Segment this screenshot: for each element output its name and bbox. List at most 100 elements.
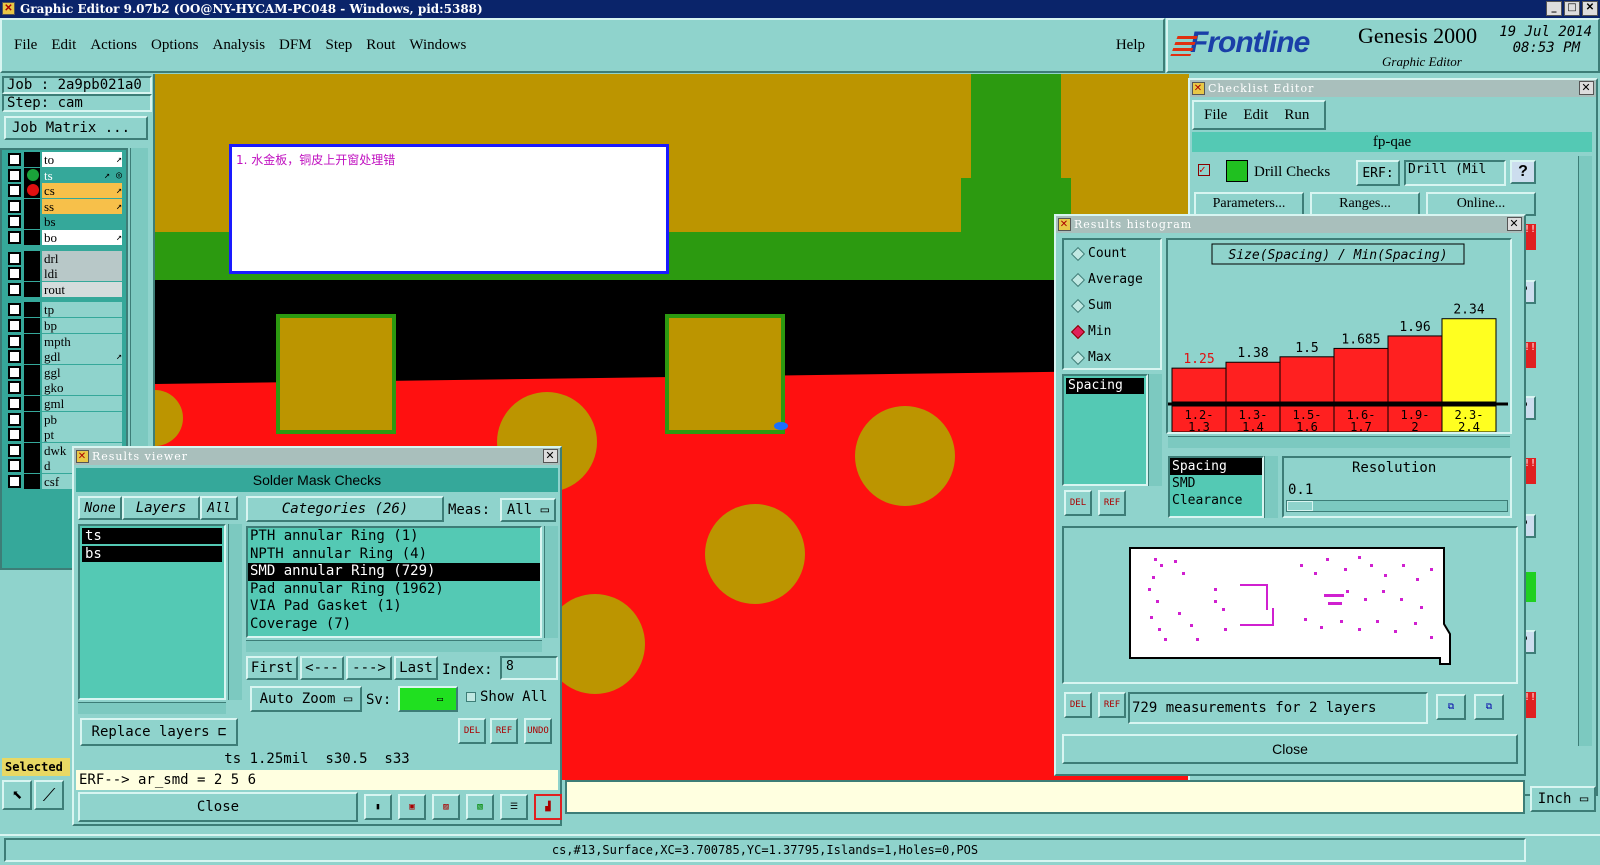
category-list-item[interactable]: Pad annular Ring (1962) [248, 581, 540, 599]
layer-checkbox[interactable] [8, 350, 21, 364]
job-matrix-button[interactable]: Job Matrix ... [4, 116, 148, 140]
minimize-button[interactable]: _ [1546, 1, 1562, 16]
preview-ref-button[interactable]: REF [1098, 692, 1126, 718]
layer-list-item[interactable]: bs [82, 546, 222, 562]
layer-row-bp[interactable]: bp [6, 318, 122, 333]
next-button[interactable]: ---> [346, 656, 392, 680]
help-question-button[interactable]: ? [1510, 160, 1536, 184]
mode-average-radio[interactable]: Average [1070, 270, 1166, 290]
layer-color-slot[interactable] [24, 266, 40, 282]
layer-checkbox[interactable] [8, 251, 21, 265]
tool-icon-5[interactable]: ☰ [500, 794, 528, 820]
export-icon-1[interactable]: ⧉ [1436, 694, 1466, 720]
resolution-slider-thumb[interactable] [1287, 501, 1313, 511]
menu-options[interactable]: Options [151, 37, 199, 54]
layer-checkbox[interactable] [8, 267, 21, 281]
type-list-item[interactable]: Clearance [1170, 492, 1262, 509]
category-list-item[interactable]: VIA Pad Gasket (1) [248, 598, 540, 616]
menu-windows[interactable]: Windows [409, 37, 466, 54]
layer-color-slot[interactable] [24, 427, 40, 443]
layer-color-slot[interactable] [24, 333, 40, 349]
canvas-note-box[interactable]: 1. 水金板，铜皮上开窗处理错 [229, 144, 669, 274]
measure-list-item[interactable]: Spacing [1066, 378, 1144, 394]
ref-button[interactable]: REF [490, 718, 518, 744]
layer-checkbox[interactable] [8, 334, 21, 348]
layer-checkbox[interactable] [8, 231, 21, 244]
layer-checkbox[interactable] [8, 365, 21, 379]
results-category-hscrollbar[interactable] [246, 640, 542, 652]
checklist-menu-run[interactable]: Run [1284, 107, 1309, 124]
menu-help[interactable]: Help [1116, 37, 1145, 54]
replace-layers-button[interactable]: Replace layers ⊏ [80, 718, 238, 746]
histogram-ref-button[interactable]: REF [1098, 490, 1126, 516]
close-window-button[interactable]: ✕ [1582, 1, 1598, 16]
layer-color-slot[interactable] [24, 442, 40, 458]
mode-min-radio[interactable]: Min [1070, 322, 1166, 342]
layer-checkbox[interactable] [8, 303, 21, 317]
online-button[interactable]: Online... [1426, 192, 1536, 216]
measure-tool-button[interactable]: ⟋ [34, 780, 64, 810]
layer-checkbox[interactable] [8, 475, 21, 488]
layer-row-gdl[interactable]: gdl ↗ [6, 349, 122, 365]
zoom-tool-button[interactable]: ⬉ [2, 780, 32, 810]
tool-icon-1[interactable]: ▮ [364, 794, 392, 820]
layer-color-slot[interactable] [24, 380, 40, 396]
histogram-type-scrollbar[interactable] [1264, 456, 1278, 518]
menu-dfm[interactable]: DFM [279, 37, 312, 54]
layers-none-button[interactable]: None [78, 496, 122, 520]
layer-row-bo[interactable]: bo ↗ [6, 230, 122, 245]
category-list-item[interactable]: Coverage (7) [248, 616, 540, 634]
layer-checkbox[interactable] [8, 153, 21, 166]
layer-row-ldi[interactable]: ldi [6, 266, 122, 282]
layer-row-gko[interactable]: gko [6, 380, 122, 396]
results-category-scrollbar[interactable] [544, 526, 558, 638]
layer-checkbox[interactable] [8, 168, 21, 182]
layer-color-slot[interactable] [24, 250, 40, 266]
layer-color-slot[interactable] [24, 396, 40, 411]
layer-list-item[interactable]: ts [82, 528, 222, 544]
layer-color-slot[interactable] [24, 230, 40, 245]
layer-checkbox[interactable] [8, 381, 21, 395]
layer-checkbox[interactable] [8, 199, 21, 213]
layer-row-ss[interactable]: ss ↗ [6, 198, 122, 214]
category-list-item[interactable]: SMD annular Ring (729) [248, 563, 540, 581]
layer-checkbox[interactable] [8, 412, 21, 426]
results-viewer-close-icon[interactable]: ✕ [543, 449, 558, 463]
mode-max-radio[interactable]: Max [1070, 348, 1166, 368]
layer-color-slot[interactable] [24, 152, 40, 167]
layer-color-slot[interactable] [24, 214, 40, 230]
menu-file[interactable]: File [14, 37, 37, 54]
histogram-measure-scrollbar[interactable] [1148, 374, 1162, 486]
meas-select[interactable]: All ▭ [500, 498, 556, 522]
unit-select[interactable]: Inch ▭ [1530, 786, 1596, 812]
layer-checkbox[interactable] [8, 443, 21, 457]
layer-checkbox[interactable] [8, 215, 21, 229]
results-layer-list[interactable]: ts bs [78, 524, 226, 700]
layer-checkbox[interactable] [8, 282, 21, 296]
categories-header-button[interactable]: Categories (26) [246, 496, 444, 522]
tool-icon-4[interactable]: ▧ [466, 794, 494, 820]
mode-sum-radio[interactable]: Sum [1070, 296, 1166, 316]
histogram-close-icon[interactable]: ✕ [1507, 217, 1522, 231]
layer-checkbox[interactable] [8, 459, 21, 473]
histogram-close-button[interactable]: Close [1062, 734, 1518, 764]
maximize-button[interactable]: □ [1564, 1, 1580, 16]
layer-row-drl[interactable]: drl [6, 250, 122, 266]
resolution-slider[interactable] [1286, 500, 1508, 512]
erf-button[interactable]: ERF: [1356, 160, 1400, 186]
menu-step[interactable]: Step [326, 37, 353, 54]
layer-color-slot[interactable] [24, 302, 40, 318]
layer-color-slot[interactable] [24, 198, 40, 214]
command-line[interactable] [565, 780, 1525, 814]
layers-all-button[interactable]: All [200, 496, 238, 520]
prev-button[interactable]: <--- [300, 656, 344, 680]
layer-checkbox[interactable] [8, 184, 21, 198]
ranges-button[interactable]: Ranges... [1310, 192, 1420, 216]
export-icon-2[interactable]: ⧉ [1474, 694, 1504, 720]
layer-row-tp[interactable]: tp [6, 302, 122, 318]
histogram-chart-scrollbar[interactable] [1168, 436, 1510, 448]
layer-row-to[interactable]: to ↗ [6, 152, 122, 167]
last-button[interactable]: Last [394, 656, 438, 680]
parameters-button[interactable]: Parameters... [1194, 192, 1304, 216]
checklist-menu-edit[interactable]: Edit [1243, 107, 1268, 124]
